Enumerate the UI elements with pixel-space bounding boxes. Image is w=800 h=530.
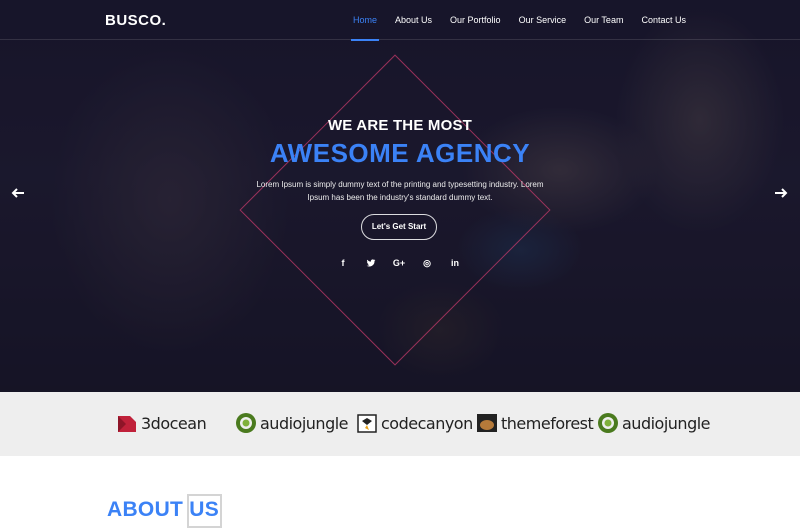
brand-logo[interactable]: BUSCO. — [105, 12, 166, 29]
about-section-title: ABOUT US — [107, 498, 220, 521]
brand-3docean[interactable]: 3docean — [116, 410, 207, 436]
codecanyon-logo-icon — [357, 414, 377, 433]
nav-item-our-portfolio[interactable]: Our Portfolio — [442, 0, 509, 40]
facebook-icon[interactable]: f — [334, 254, 352, 272]
hero-tagline: WE ARE THE MOST — [327, 117, 473, 134]
brand-name: 3docean — [141, 413, 207, 433]
brand-audiojungle-2[interactable]: audiojungle — [597, 410, 711, 436]
next-slide-arrow-icon[interactable] — [773, 185, 789, 201]
hero-content: WE ARE THE MOST AWESOME AGENCY Lorem Ips… — [0, 0, 800, 392]
twitter-icon[interactable] — [362, 254, 380, 272]
3docean-logo-icon — [118, 416, 136, 432]
nav-item-contact-us[interactable]: Contact Us — [633, 0, 694, 40]
audiojungle-logo-icon — [236, 413, 256, 433]
dribbble-icon[interactable]: ◎ — [418, 254, 436, 272]
get-start-button[interactable]: Let's Get Start — [361, 214, 437, 240]
nav-item-about-us[interactable]: About Us — [387, 0, 440, 40]
brands-bar: 3docean audiojungle codecanyon themefore… — [0, 392, 800, 456]
nav-item-our-team[interactable]: Our Team — [576, 0, 631, 40]
themeforest-logo-icon — [477, 414, 497, 432]
hero-headline: AWESOME AGENCY — [269, 138, 531, 168]
brand-name: audiojungle — [260, 413, 349, 433]
brand-name: codecanyon — [381, 413, 473, 433]
audiojungle-logo-icon — [598, 413, 618, 433]
navbar: BUSCO. Home About Us Our Portfolio Our S… — [0, 0, 800, 41]
hero-description: Lorem Ipsum is simply dummy text of the … — [256, 180, 544, 202]
nav-item-our-service[interactable]: Our Service — [511, 0, 575, 40]
google-plus-icon[interactable]: G+ — [390, 254, 408, 272]
prev-slide-arrow-icon[interactable] — [10, 185, 26, 201]
social-links: f G+ ◎ in — [334, 254, 474, 272]
nav-item-home[interactable]: Home — [345, 0, 385, 41]
brand-name: audiojungle — [622, 413, 711, 433]
brand-codecanyon[interactable]: codecanyon — [356, 410, 473, 436]
brand-themeforest[interactable]: themeforest — [476, 410, 594, 436]
nav-links: Home About Us Our Portfolio Our Service … — [345, 0, 696, 41]
brand-audiojungle-1[interactable]: audiojungle — [235, 410, 349, 436]
linkedin-icon[interactable]: in — [446, 254, 464, 272]
brand-name: themeforest — [501, 413, 594, 433]
